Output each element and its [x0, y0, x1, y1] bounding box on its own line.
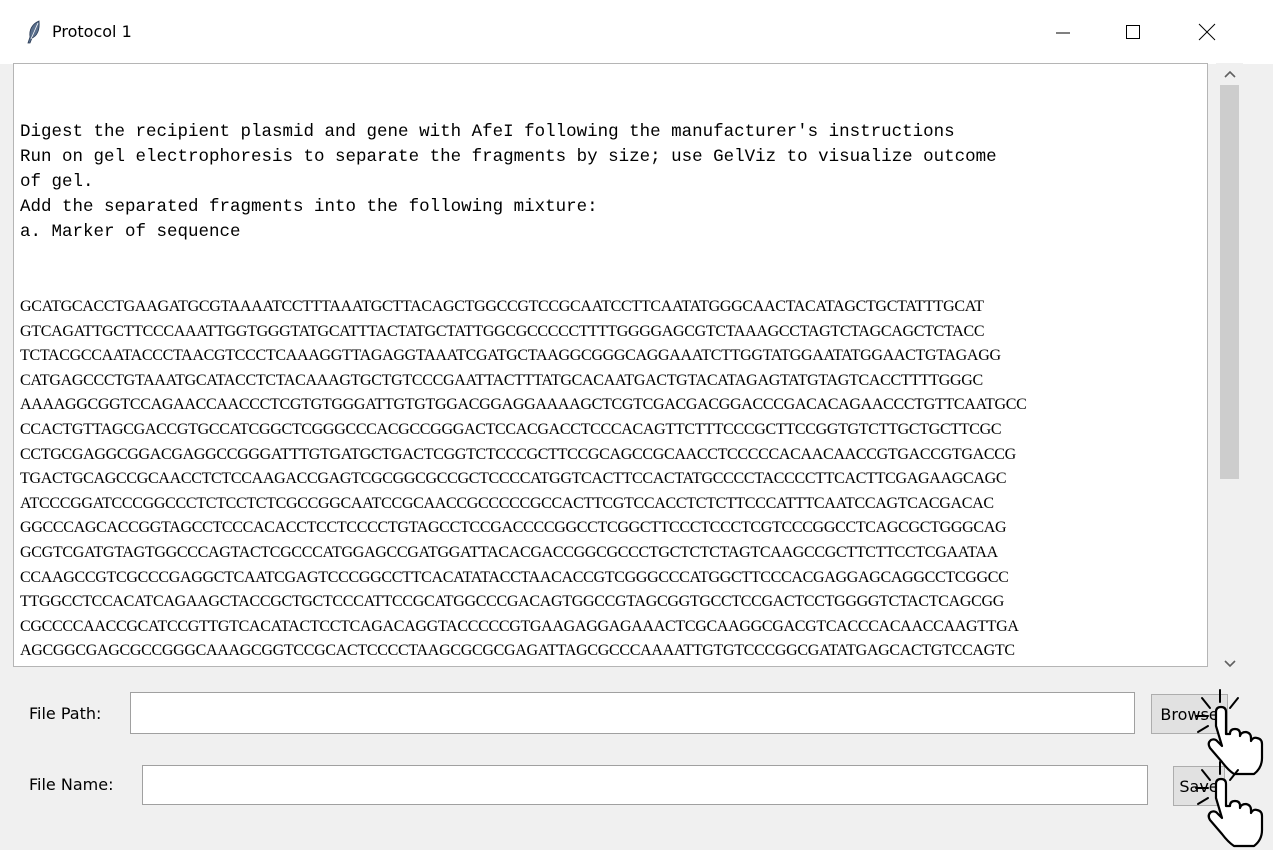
save-button[interactable]: Save [1173, 766, 1225, 806]
browse-button[interactable]: Browse [1151, 694, 1228, 734]
sequence-line: CCACTGTTAGCGACCGTGCCATCGGCTCGGGCCCACGCCG… [20, 420, 1002, 438]
maximize-icon [1125, 24, 1141, 40]
chevron-down-icon [1223, 655, 1236, 673]
protocol-line: of gel. [20, 172, 94, 192]
sequence-line: GTCAGATTGCTTCCCAAATTGGTGGGTATGCATTTACTAT… [20, 322, 985, 340]
file-name-label: File Name: [29, 775, 114, 794]
sequence-line: GGCCCAGCACCGGTAGCCTCCCACACCTCCTCCCCTGTAG… [20, 519, 1007, 537]
sequence-line: ATCCCGGATCCCGGCCCTCTCCTCTCGCCGGCAATCCGCA… [20, 494, 994, 512]
scroll-thumb[interactable] [1220, 85, 1239, 479]
sequence-line: TCTACGCCAATACCCTAACGTCCCTCAAAGGTTAGAGGTA… [20, 347, 1001, 365]
sequence-line: TTGGCCTCCACATCAGAAGCTACCGCTGCTCCCATTCCGC… [20, 593, 1005, 611]
maximize-button[interactable] [1110, 0, 1156, 64]
protocol-line: Digest the recipient plasmid and gene wi… [20, 122, 955, 142]
protocol-line: Add the separated fragments into the fol… [20, 197, 598, 217]
scroll-down-button[interactable] [1216, 653, 1243, 675]
vertical-scrollbar[interactable] [1216, 63, 1243, 675]
sequence-line: GCATGCACCTGAAGATGCGTAAAATCCTTTAAATGCTTAC… [20, 298, 984, 315]
sequence-line: AGCGGCGAGCGCCGGGCAAAGCGGTCCGCACTCCCCTAAG… [20, 642, 1015, 660]
close-button[interactable] [1184, 0, 1230, 64]
protocol-line: Run on gel electrophoresis to separate t… [20, 147, 997, 167]
sequence-line: GCGTCGATGTAGTGGCCCAGTACTCGCCCATGGAGCCGAT… [20, 543, 998, 561]
sequence-line: CGCCCCAACCGCATCCGTTGTCACATACTCCTCAGACAGG… [20, 617, 1019, 635]
file-path-input[interactable] [130, 692, 1135, 734]
chevron-up-icon [1223, 65, 1236, 83]
sequence-line: CATGAGCCCTGTAAATGCATACCTCTACAAAGTGCTGTCC… [20, 371, 983, 389]
protocol-text-area[interactable]: Digest the recipient plasmid and gene wi… [13, 63, 1208, 667]
sequence-line: AAAAGGCGGTCCAGAACCAACCCTCGTGTGGGATTGTGTG… [20, 396, 1027, 414]
file-path-label: File Path: [29, 704, 102, 723]
close-icon [1198, 23, 1216, 41]
sequence-line: TGACTGCAGCCGCAACCTCTCCAAGACCGAGTCGCGGCGC… [20, 470, 1007, 488]
scroll-up-button[interactable] [1216, 63, 1243, 85]
sequence-line: GAAGACCTGGTTGTGCTTATTGCGCACATGCTGGGCGAGC… [20, 664, 1027, 666]
minimize-button[interactable] [1040, 0, 1086, 64]
minimize-icon [1055, 24, 1071, 40]
feather-icon [26, 20, 42, 44]
sequence-line: CCTGCGAGGCGGACGAGGCCGGGATTTGTGATGCTGACTC… [20, 445, 1016, 463]
protocol-text-content: Digest the recipient plasmid and gene wi… [20, 70, 1027, 666]
sequence-line: CCAAGCCGTCGCCCGAGGCTCAATCGAGTCCCGGCCTTCA… [20, 568, 1009, 586]
protocol-line: a. Marker of sequence [20, 222, 241, 242]
title-bar: Protocol 1 [0, 0, 1273, 64]
window-title: Protocol 1 [52, 22, 132, 41]
file-name-input[interactable] [142, 765, 1148, 805]
